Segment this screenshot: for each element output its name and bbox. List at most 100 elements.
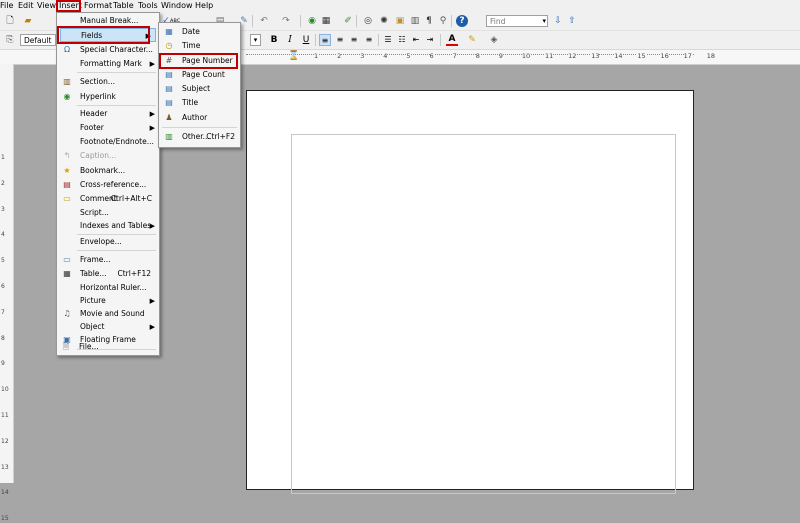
find-dropdown-icon[interactable]: ▾ [542, 16, 546, 26]
title-icon: ▤ [165, 98, 173, 107]
undo-icon[interactable]: ↶ [258, 15, 270, 27]
menu-item-date[interactable]: ▦ Date [159, 25, 240, 39]
find-input[interactable]: Find [490, 17, 505, 26]
menu-item-bookmark[interactable]: ★ Bookmark... [57, 164, 159, 178]
find-binoculars-icon[interactable]: ◎ [362, 15, 374, 27]
increase-indent-icon[interactable]: ⇥ [424, 34, 436, 46]
ruler-number: 1 [314, 52, 319, 61]
numbering-icon[interactable]: ☰ [382, 34, 394, 46]
vertical-ruler-number: 12 [1, 437, 9, 445]
decrease-indent-icon[interactable]: ⇤ [410, 34, 422, 46]
font-size-dropdown-icon[interactable]: ▾ [250, 34, 261, 46]
find-next-down-icon[interactable]: ⇩ [552, 15, 564, 27]
redo-icon[interactable]: ↷ [280, 15, 292, 27]
gallery-icon[interactable]: ▣ [394, 15, 406, 27]
menu-item-movie-and-sound[interactable]: ♫ Movie and Sound [57, 307, 159, 321]
section-icon: ▥ [63, 77, 71, 86]
author-icon: ♟ [165, 113, 173, 122]
menu-item-script[interactable]: Script... [57, 206, 159, 220]
show-draw-icon[interactable]: ✐ [342, 15, 354, 27]
menu-item-horizontal-ruler[interactable]: Horizontal Ruler... [57, 281, 159, 295]
underline-button[interactable]: U [300, 34, 312, 46]
hyperlink-icon[interactable]: ◉ [306, 15, 318, 27]
menu-item-footer[interactable]: Footer ▶ [57, 121, 159, 135]
menu-format[interactable]: Format [84, 1, 112, 11]
menu-file[interactable]: File [0, 1, 13, 11]
ruler-number: 8 [475, 52, 480, 61]
table-icon: ▦ [63, 269, 71, 278]
menu-item-footnote-endnote[interactable]: Footnote/Endnote... [57, 135, 159, 149]
menu-window[interactable]: Window [161, 1, 193, 11]
menu-item-title[interactable]: ▤ Title [159, 96, 240, 110]
menu-bar: File Edit View Insert Format Table Tools… [0, 0, 800, 12]
insert-menu: Manual Break... Fields ▶ Ω Special Chara… [56, 12, 160, 356]
menu-item-cross-reference[interactable]: ▤ Cross-reference... [57, 178, 159, 192]
menu-item-object[interactable]: Object ▶ [57, 320, 159, 334]
vertical-ruler[interactable]: 1 2 3 4 5 6 7 8 9 10 11 12 13 14 15 [0, 64, 14, 522]
ruler-number: 9 [498, 52, 503, 61]
menu-item-section[interactable]: ▥ Section... [57, 75, 159, 89]
menu-item-formatting-mark[interactable]: Formatting Mark ▶ [57, 57, 159, 71]
menu-item-page-count[interactable]: ▤ Page Count [159, 68, 240, 82]
ruler-number: 15 [637, 52, 646, 61]
open-folder-icon[interactable]: ▰ [22, 15, 34, 27]
menu-item-file[interactable]: 🗎 File... [56, 340, 158, 354]
menu-tools[interactable]: Tools [138, 1, 158, 11]
ruler-number: 4 [383, 52, 388, 61]
menu-item-time[interactable]: ◷ Time [159, 39, 240, 53]
justify-icon[interactable]: ≡ [363, 34, 375, 46]
indent-marker-icon[interactable]: ⌛ [288, 51, 299, 61]
menu-item-envelope[interactable]: Envelope... [57, 235, 159, 249]
align-right-icon[interactable]: ≡ [348, 34, 360, 46]
background-color-icon[interactable]: ◈ [488, 34, 500, 46]
menu-item-indexes-and-tables[interactable]: Indexes and Tables ▶ [57, 219, 159, 233]
ruler-number: 2 [337, 52, 342, 61]
bookmark-icon: ★ [63, 166, 71, 175]
datasources-icon[interactable]: ▥ [409, 15, 421, 27]
other-fields-icon: ▥ [165, 132, 173, 141]
bold-button[interactable]: B [268, 34, 280, 46]
vertical-ruler-number: 15 [1, 515, 9, 523]
ruler-number: 12 [568, 52, 577, 61]
table-icon[interactable]: ▦ [320, 15, 332, 27]
menu-help[interactable]: Help [195, 1, 213, 11]
bullets-icon[interactable]: ☷ [396, 34, 408, 46]
formatting-marks-icon[interactable]: ¶ [423, 15, 435, 27]
vertical-ruler-number: 2 [1, 179, 5, 187]
help-icon[interactable]: ? [456, 15, 468, 27]
highlighting-icon[interactable]: ✎ [466, 34, 478, 46]
navigator-icon[interactable]: ✺ [378, 15, 390, 27]
frame-icon: ▭ [63, 255, 71, 264]
ruler-number: 18 [706, 52, 715, 61]
menu-item-frame[interactable]: ▭ Frame... [57, 253, 159, 267]
menu-item-header[interactable]: Header ▶ [57, 107, 159, 121]
ruler-number: 5 [406, 52, 411, 61]
menu-item-hyperlink[interactable]: ◉ Hyperlink [57, 90, 159, 104]
text-boundaries[interactable] [291, 134, 676, 494]
vertical-ruler-number: 10 [1, 386, 9, 394]
paragraph-style-box[interactable]: Default [20, 34, 56, 46]
menu-view[interactable]: View [37, 1, 56, 11]
new-document-icon[interactable]: 🗋 [4, 15, 16, 27]
menu-item-special-character[interactable]: Ω Special Character... [57, 43, 159, 57]
font-color-icon[interactable]: A [446, 34, 458, 46]
menu-item-subject[interactable]: ▤ Subject [159, 82, 240, 96]
align-left-icon[interactable]: ≡ [319, 34, 331, 46]
ruler-number: 14 [614, 52, 623, 61]
menu-item-table[interactable]: ▦ Table... Ctrl+F12 [57, 267, 159, 281]
menu-table[interactable]: Table [113, 1, 134, 11]
menu-edit[interactable]: Edit [18, 1, 34, 11]
menu-item-other-fields[interactable]: ▥ Other... Ctrl+F2 [159, 130, 240, 144]
zoom-icon[interactable]: ⚲ [437, 15, 449, 27]
find-box[interactable]: Find ▾ [486, 15, 548, 27]
insert-highlight-box [56, 0, 81, 12]
submenu-arrow-icon: ▶ [149, 323, 155, 331]
ruler-number: 16 [660, 52, 669, 61]
italic-button[interactable]: I [284, 34, 296, 46]
menu-item-picture[interactable]: Picture ▶ [57, 294, 159, 308]
styles-icon[interactable]: ⎘ [4, 34, 16, 46]
menu-item-author[interactable]: ♟ Author [159, 111, 240, 125]
menu-item-comment[interactable]: ▭ Comment Ctrl+Alt+C [57, 192, 159, 206]
align-center-icon[interactable]: ≡ [334, 34, 346, 46]
find-previous-up-icon[interactable]: ⇧ [566, 15, 578, 27]
